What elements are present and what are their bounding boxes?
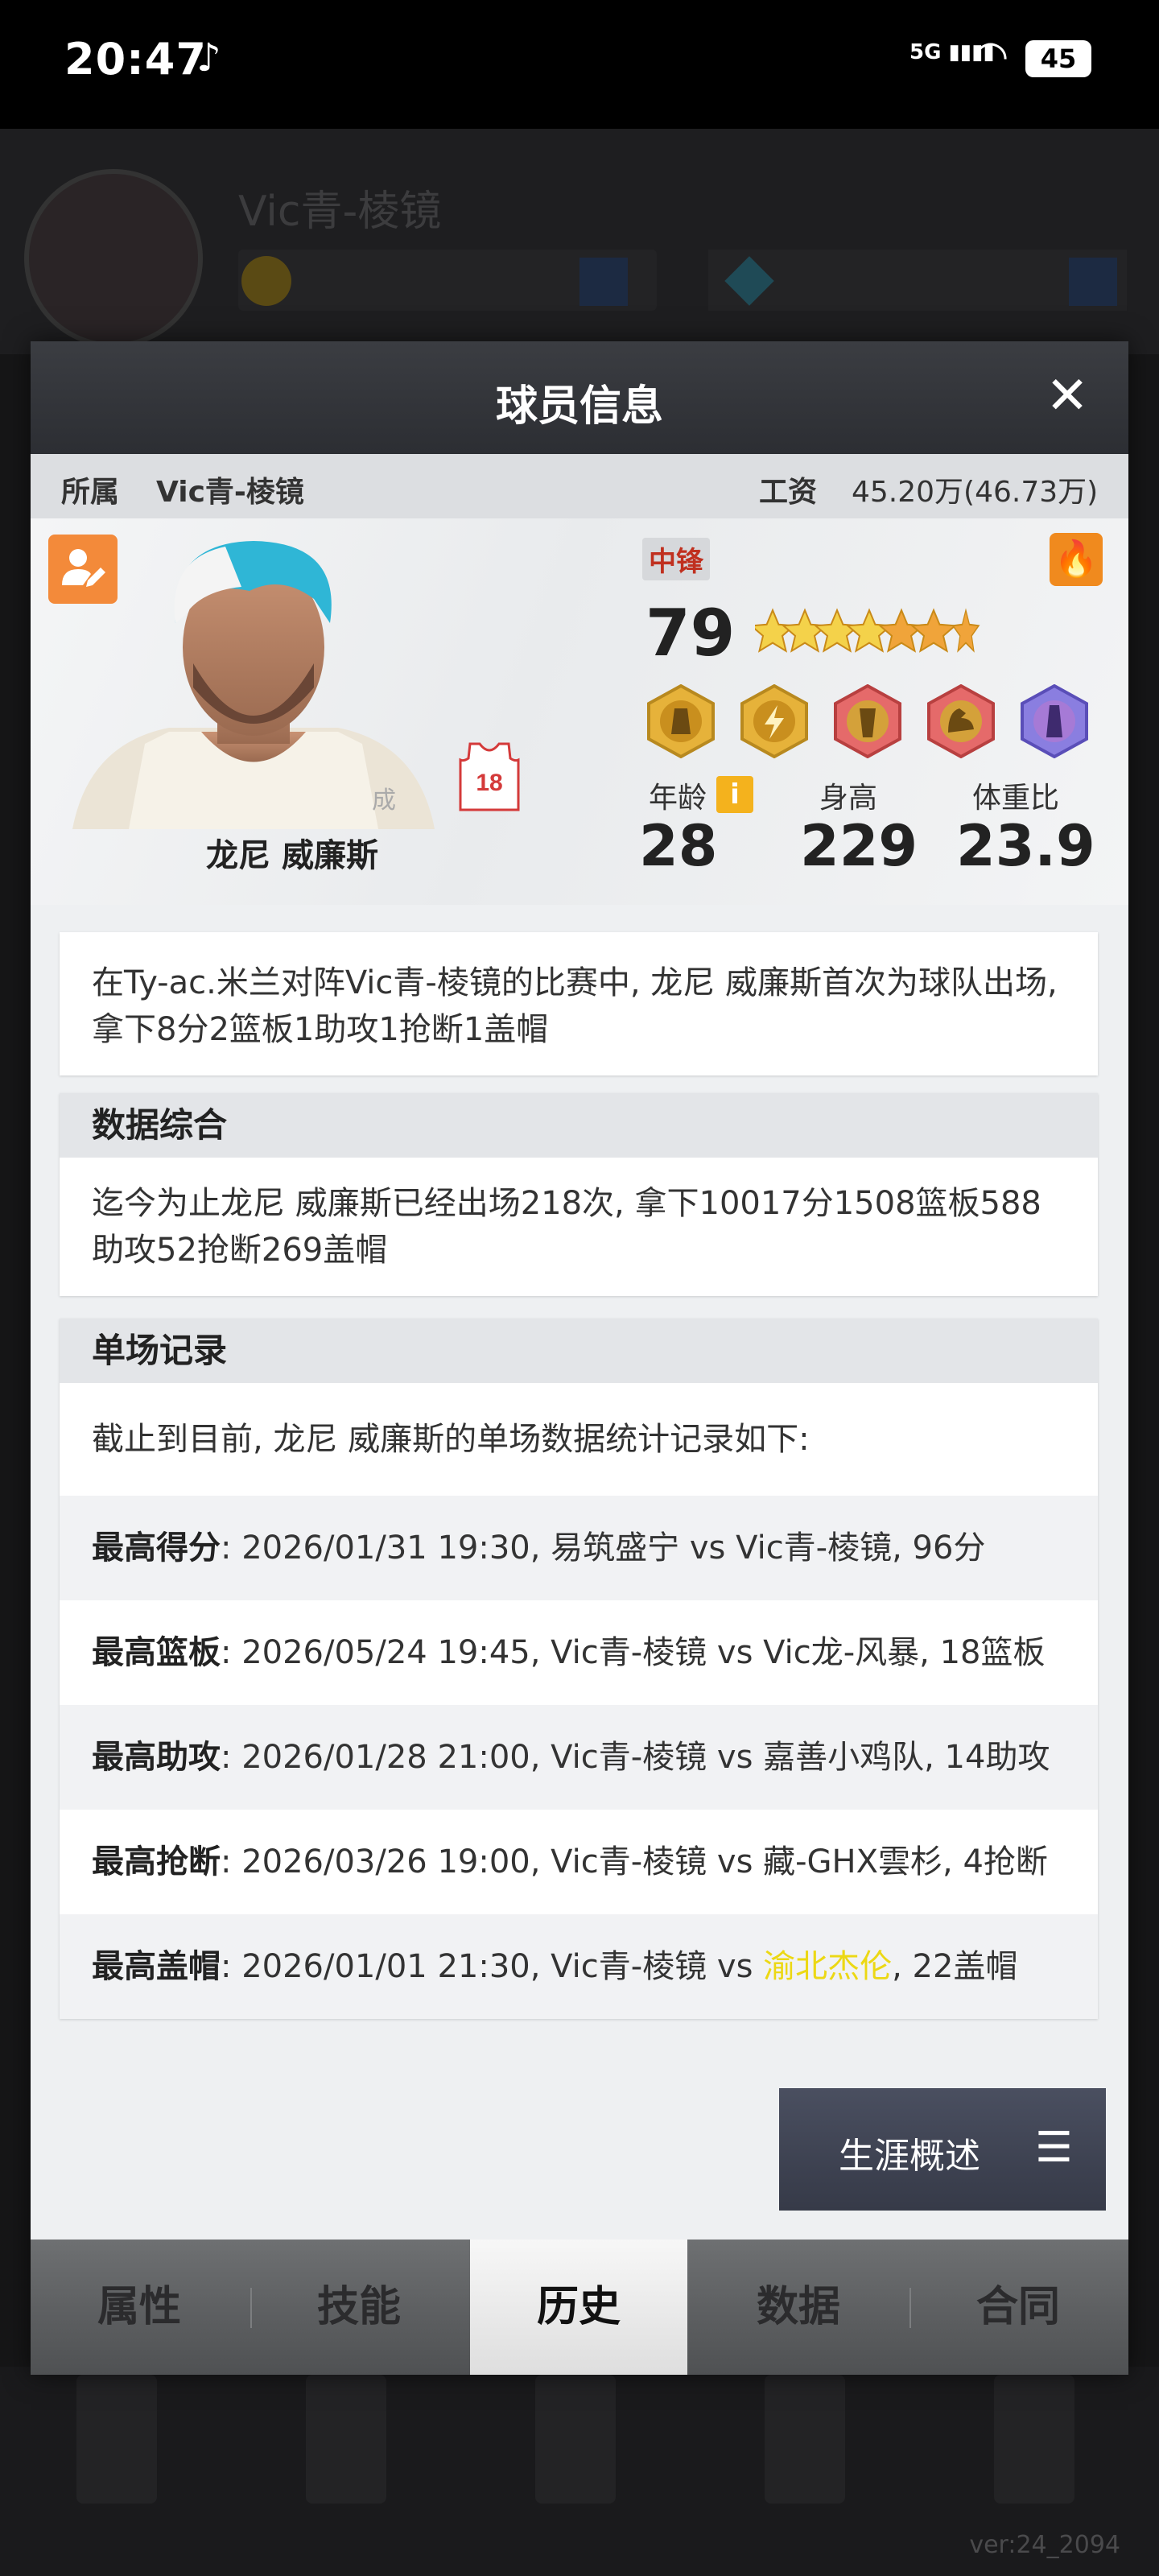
affiliation-label: 所属 [61, 476, 120, 509]
star-icon [909, 608, 958, 653]
background-nav-item [994, 2375, 1074, 2504]
height-value: 229 [800, 813, 918, 879]
record-detail: : 2026/01/31 19:30, 易筑盛宁 vs Vic青-棱镜, 96分 [221, 1530, 986, 1567]
age-value: 28 [639, 813, 718, 879]
record-detail: : 2026/03/26 19:00, Vic青-棱镜 vs 藏-GHX雲杉, … [221, 1843, 1048, 1880]
close-icon: ✕ [1046, 366, 1089, 426]
info-icon: i [730, 778, 740, 811]
half-star-icon [951, 608, 980, 653]
background-team-name: Vic青-棱镜 [238, 188, 442, 236]
record-row-blocks: 最高盖帽: 2026/01/01 21:30, Vic青-棱镜 vs 渝北杰伦,… [60, 1914, 1098, 2019]
tab-bar: 属性 技能 历史 数据 合同 [31, 2240, 1128, 2375]
background-add-button [1069, 258, 1117, 306]
background-nav-item [535, 2375, 616, 2504]
height-label: 身高 [819, 782, 878, 815]
background-avatar [24, 169, 203, 348]
record-detail-suffix: , 22盖帽 [892, 1948, 1018, 1985]
tab-history[interactable]: 历史 [470, 2240, 687, 2375]
record-label: 最高篮板 [92, 1634, 221, 1671]
player-card: 成 18 龙尼 威廉斯 中锋 🔥 79 年龄 i 身高 体重比 28 229 2… [31, 518, 1128, 905]
record-detail: : 2026/01/28 21:00, Vic青-棱镜 vs 嘉善小鸡队, 14… [221, 1739, 1050, 1776]
record-label: 最高盖帽 [92, 1948, 221, 1985]
block-icon [1021, 684, 1088, 758]
modal-title: 球员信息 [495, 382, 663, 431]
portrait-badge: 成 [372, 786, 396, 815]
record-row-rebounds: 最高篮板: 2026/05/24 19:45, Vic青-棱镜 vs Vic龙-… [60, 1600, 1098, 1705]
star-rating [755, 608, 980, 653]
star-icon [845, 608, 893, 653]
jersey-icon: 18 [459, 742, 520, 811]
summary-text: 迄今为止龙尼 威廉斯已经出场218次, 拿下10017分1508篮板588助攻5… [92, 1185, 1041, 1269]
flame-icon: 🔥 [1054, 539, 1099, 580]
menu-icon: ☰ [1035, 2124, 1073, 2172]
tiktok-icon: ♪ [196, 35, 221, 80]
summary-title: 数据综合 [60, 1093, 1098, 1158]
lightning-icon [740, 684, 808, 758]
tab-attributes[interactable]: 属性 [31, 2240, 248, 2375]
affiliation-salary-row: 所属 Vic青-棱镜 工资 45.20万(46.73万) [31, 454, 1128, 518]
player-name: 龙尼 威廉斯 [206, 837, 378, 874]
background-nav-item [306, 2375, 386, 2504]
records-intro: 截止到目前, 龙尼 威廉斯的单场数据统计记录如下: [92, 1421, 810, 1458]
coin-icon [241, 256, 291, 306]
star-icon [813, 608, 861, 653]
wifi-icon: ◠ [972, 32, 1009, 80]
background-nav-item [765, 2375, 845, 2504]
version-label: ver:24_2094 [969, 2531, 1120, 2559]
star-icon [877, 608, 926, 653]
salary-value: 45.20万(46.73万) [852, 476, 1099, 509]
tab-stats[interactable]: 数据 [690, 2240, 907, 2375]
debut-card: 在Ty-ac.米兰对阵Vic青-棱镜的比赛中, 龙尼 威廉斯首次为球队出场, 拿… [60, 932, 1098, 1075]
status-bar: 20:47 ♪ 5G ▮▮▮▮ ◠ 45 [0, 0, 1159, 129]
background-add-button [580, 258, 628, 306]
battery-icon: 45 [1025, 40, 1091, 77]
opponent-team-link[interactable]: 渝北杰伦 [763, 1948, 892, 1985]
weight-ratio-label: 体重比 [972, 782, 1060, 815]
background-nav-item [76, 2375, 157, 2504]
jersey-number: 18 [476, 770, 502, 796]
star-icon [781, 608, 829, 653]
weight-ratio-value: 23.9 [956, 813, 1095, 879]
affiliation-team: Vic青-棱镜 [156, 476, 304, 509]
age-info-button[interactable]: i [716, 776, 753, 813]
salary-label: 工资 [759, 476, 818, 509]
tab-skills[interactable]: 技能 [250, 2240, 468, 2375]
record-label: 最高抢断 [92, 1843, 221, 1880]
position-badge: 中锋 [642, 538, 710, 580]
record-label: 最高助攻 [92, 1739, 221, 1776]
debut-text: 在Ty-ac.米兰对阵Vic青-棱镜的比赛中, 龙尼 威廉斯首次为球队出场, 拿… [92, 964, 1058, 1048]
record-row-steals: 最高抢断: 2026/03/26 19:00, Vic青-棱镜 vs 藏-GHX… [60, 1810, 1098, 1914]
close-button[interactable]: ✕ [1037, 365, 1098, 427]
record-label: 最高得分 [92, 1530, 221, 1567]
post-up-icon [647, 684, 715, 758]
player-rating: 79 [645, 596, 736, 671]
tab-contract[interactable]: 合同 [909, 2240, 1127, 2375]
modal-header: 球员信息 ✕ [31, 341, 1128, 454]
status-time: 20:47 [64, 34, 207, 85]
fire-button[interactable]: 🔥 [1050, 533, 1103, 586]
records-card: 单场记录 截止到目前, 龙尼 威廉斯的单场数据统计记录如下: 最高得分: 202… [60, 1319, 1098, 2019]
summary-card: 数据综合 迄今为止龙尼 威廉斯已经出场218次, 拿下10017分1508篮板5… [60, 1093, 1098, 1296]
network-type: 5G [909, 40, 942, 64]
rebound-icon [834, 684, 901, 758]
record-detail: : 2026/05/24 19:45, Vic青-棱镜 vs Vic龙-风暴, … [221, 1634, 1046, 1671]
record-detail: : 2026/01/01 21:30, Vic青-棱镜 vs [221, 1948, 764, 1985]
career-overview-button[interactable]: 生涯概述 ☰ [779, 2088, 1106, 2211]
record-row-points: 最高得分: 2026/01/31 19:30, 易筑盛宁 vs Vic青-棱镜,… [60, 1496, 1098, 1600]
career-overview-label: 生涯概述 [839, 2136, 980, 2177]
records-title: 单场记录 [60, 1319, 1098, 1383]
age-label: 年龄 [649, 782, 707, 815]
record-row-assists: 最高助攻: 2026/01/28 21:00, Vic青-棱镜 vs 嘉善小鸡队… [60, 1705, 1098, 1810]
player-portrait: 成 [72, 541, 435, 829]
muscle-icon [927, 684, 995, 758]
